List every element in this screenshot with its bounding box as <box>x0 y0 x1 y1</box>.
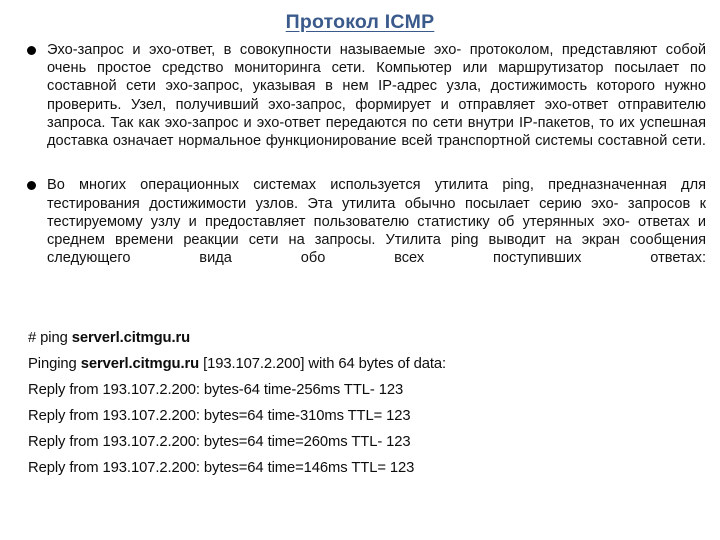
console-pinging-host: serverl.citmgu.ru <box>80 356 200 372</box>
console-pinging-suffix: [193.107.2.200] with 64 bytes of data: <box>199 356 447 372</box>
console-reply-line-2: Reply from 193.107.2.200: bytes=64 time-… <box>28 408 411 424</box>
filled-circle-bullet-icon <box>27 181 36 191</box>
bullet-paragraph-2: Во многих операционных системах использу… <box>47 177 706 267</box>
console-command-prefix: # ping <box>28 330 72 346</box>
slide-canvas: Протокол ICMP Эхо-запрос и эхо-ответ, в … <box>0 0 720 540</box>
console-pinging-line: Pinging serverl.citmgu.ru [193.107.2.200… <box>28 351 688 377</box>
console-output-block: # ping serverl.citmgu.ru Pinging serverl… <box>28 325 688 481</box>
console-reply-line-1: Reply from 193.107.2.200: bytes-64 time-… <box>28 382 404 398</box>
list-item: Эхо-запрос и эхо-ответ, в совокупности н… <box>22 41 706 168</box>
bullet-list: Эхо-запрос и эхо-ответ, в совокупности н… <box>22 41 706 294</box>
page-title: Протокол ICMP <box>285 11 435 33</box>
console-reply-line-3: Reply from 193.107.2.200: bytes=64 time=… <box>28 434 411 450</box>
console-reply-line-4: Reply from 193.107.2.200: bytes=64 time=… <box>28 460 415 476</box>
list-item: Во многих операционных системах использу… <box>22 176 706 285</box>
console-command-line: # ping serverl.citmgu.ru <box>28 325 688 351</box>
console-command-host: serverl.citmgu.ru <box>71 330 191 346</box>
console-pinging-prefix: Pinging <box>28 356 81 372</box>
bullet-paragraph-1: Эхо-запрос и эхо-ответ, в совокупности н… <box>47 42 706 150</box>
filled-circle-bullet-icon <box>27 46 36 55</box>
